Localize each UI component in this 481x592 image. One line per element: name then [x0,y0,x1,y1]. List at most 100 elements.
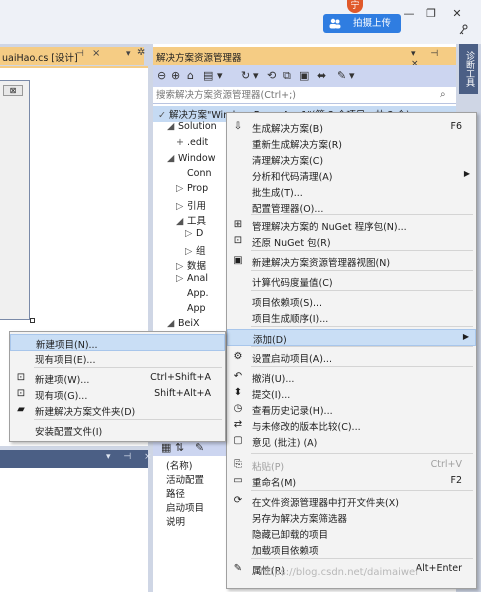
tree-item[interactable]: + .edit [176,137,208,152]
menu-item[interactable]: ↶ 撤消(U)... [227,369,476,386]
menu-item[interactable]: 清理解决方案(C) [227,151,476,168]
menu-item[interactable]: 添加(D) ▶ [227,329,476,346]
dropdown-icon[interactable]: ▾ [217,69,223,82]
alphabetical-icon[interactable]: ⇅ [175,441,184,454]
properties-icon[interactable]: ⬌ [317,69,326,82]
categorized-icon[interactable]: ▦ [161,441,171,454]
show-all-files-icon[interactable]: ▣ [299,69,309,82]
tree-expander-icon[interactable]: ◢ [167,121,178,132]
tree-expander-icon[interactable]: ◢ [176,216,187,227]
menu-item[interactable]: ⇩ 生成解决方案(B) F6 [227,119,476,136]
menu-item[interactable]: ▣ 新建解决方案资源管理器视图(N) [227,253,476,270]
menu-item[interactable]: ⚙ 设置启动项目(A)... [227,349,476,366]
menu-item-shortcut: Shift+Alt+A [154,388,211,399]
tree-item[interactable]: ▷ 数据 [176,258,206,273]
menu-item[interactable]: 重新生成解决方案(R) [227,135,476,152]
search-input[interactable] [156,88,436,102]
existing-item-icon: ⊡ [16,388,26,399]
tree-expander-icon[interactable]: ✓ [158,110,169,121]
bottom-panel-controls[interactable]: ▾ ⊣ × [106,452,157,462]
pin-icon[interactable]: ⊣ [76,49,84,59]
tree-expander-icon[interactable]: ▷ [176,201,187,212]
menu-item[interactable]: 安装配置文件(I) [10,422,225,439]
tree-expander-icon[interactable]: ▷ [176,183,187,194]
forward-icon[interactable]: ⊕ [171,69,180,82]
tree-item[interactable]: ◢ Window [167,153,215,168]
form-close-icon[interactable]: ⊠ [3,85,23,96]
property-name[interactable]: (名称) [166,458,192,472]
property-name[interactable]: 活动配置 [166,472,204,486]
dropdown-icon[interactable]: ▾ [349,69,355,82]
menu-item[interactable]: ⊡ 新建项(W)... Ctrl+Shift+A [10,370,225,387]
menu-item[interactable]: 计算代码度量值(C) [227,273,476,290]
menu-item[interactable]: ⎘ 粘贴(P) Ctrl+V [227,457,476,474]
wrench-icon[interactable]: ✎ [195,441,204,454]
tree-item[interactable]: App [176,303,206,318]
close-tab-icon[interactable]: × [92,48,100,59]
upload-button[interactable]: 拍摄上传 [323,14,401,33]
menu-item[interactable]: 加载项目依赖项 [227,541,476,558]
minimize-button[interactable]: — [398,6,420,22]
document-tab[interactable]: uaiHao.cs [设计] ⊣ × [0,47,144,65]
tree-expander-icon[interactable]: ◢ [167,153,178,164]
menu-item[interactable]: ◷ 查看历史记录(H)... [227,401,476,418]
menu-item[interactable]: 隐藏已卸载的项目 [227,525,476,542]
tree-item-label: Solution [178,121,217,132]
dropdown-icon[interactable]: ▾ [253,69,259,82]
menu-item[interactable]: 现有项目(E)... [10,350,225,367]
tree-item-label: 工具 [187,216,207,227]
tree-item[interactable]: ▷ Anal [176,273,208,288]
menu-item[interactable]: 另存为解决方案筛选器 [227,509,476,526]
tree-item[interactable]: ▷ 组 [185,243,206,258]
restore-button[interactable]: ❐ [420,6,442,22]
tree-expander-icon[interactable]: + [176,137,187,148]
close-window-button[interactable]: ✕ [446,6,468,22]
tree-item[interactable]: Conn [176,168,212,183]
tree-expander-icon[interactable]: ▷ [176,273,187,284]
tree-expander-icon[interactable]: ▷ [176,261,187,272]
tree-item-label: App [187,303,206,314]
property-name[interactable]: 启动项目 [166,500,204,514]
menu-item[interactable]: ⊡ 现有项(G)... Shift+Alt+A [10,386,225,403]
menu-item[interactable]: 项目生成顺序(I)... [227,309,476,326]
menu-item[interactable]: ⊞ 管理解决方案的 NuGet 程序包(N)... [227,217,476,234]
property-name[interactable]: 路径 [166,486,185,500]
form-preview[interactable]: ⊠ [0,80,30,320]
collapse-all-icon[interactable]: ⧉ [283,69,291,83]
search-icon[interactable]: ⌕ [440,89,446,100]
tree-item[interactable]: ◢ Solution [167,121,217,136]
back-icon[interactable]: ⊖ [157,69,166,82]
tree-item[interactable]: ▷ 引用 [176,198,206,213]
tree-expander-icon[interactable]: ◢ [167,318,178,329]
resize-handle[interactable] [30,318,35,323]
tree-item[interactable]: App. [176,288,209,303]
gear-icon[interactable]: ✲ [137,47,145,58]
wrench-icon[interactable]: ✎ [337,69,346,82]
pending-changes-icon[interactable]: ↻ [241,69,250,82]
menu-item[interactable]: ▢ 意见 (批注) (A) [227,433,476,450]
solution-explorer-search[interactable] [153,87,456,104]
menu-item[interactable]: 分析和代码清理(A) ▶ [227,167,476,184]
tab-dropdown-icon[interactable]: ▾ [126,49,131,59]
menu-item[interactable]: ▭ 重命名(M) F2 [227,473,476,490]
tree-item[interactable]: ▷ D [185,228,203,243]
sync-icon[interactable]: ⟲ [267,69,276,82]
switch-view-icon[interactable]: ▤ [203,69,213,82]
people-icon [329,18,341,29]
diagnostics-tab[interactable]: 诊断工具 [459,44,478,94]
menu-item[interactable]: 新建项目(N)... [10,334,225,351]
home-icon[interactable]: ⌂ [187,69,194,82]
tree-item[interactable]: ▷ Prop [176,183,208,198]
menu-item[interactable]: ▰ 新建解决方案文件夹(D) [10,402,225,419]
tree-expander-icon[interactable]: ▷ [185,246,196,257]
menu-item[interactable]: ⬍ 提交(I)... [227,385,476,402]
tree-expander-icon[interactable]: ▷ [185,228,196,239]
property-name[interactable]: 说明 [166,514,185,528]
tree-item[interactable]: ◢ 工具 [176,213,206,228]
menu-item[interactable]: 批生成(T)... [227,183,476,200]
menu-item[interactable]: ⊡ 还原 NuGet 包(R) [227,233,476,250]
menu-item[interactable]: 项目依赖项(S)... [227,293,476,310]
menu-item[interactable]: ⟳ 在文件资源管理器中打开文件夹(X) [227,493,476,510]
feedback-icon[interactable] [458,24,470,36]
menu-item[interactable]: ⇄ 与未修改的版本比较(C)... [227,417,476,434]
